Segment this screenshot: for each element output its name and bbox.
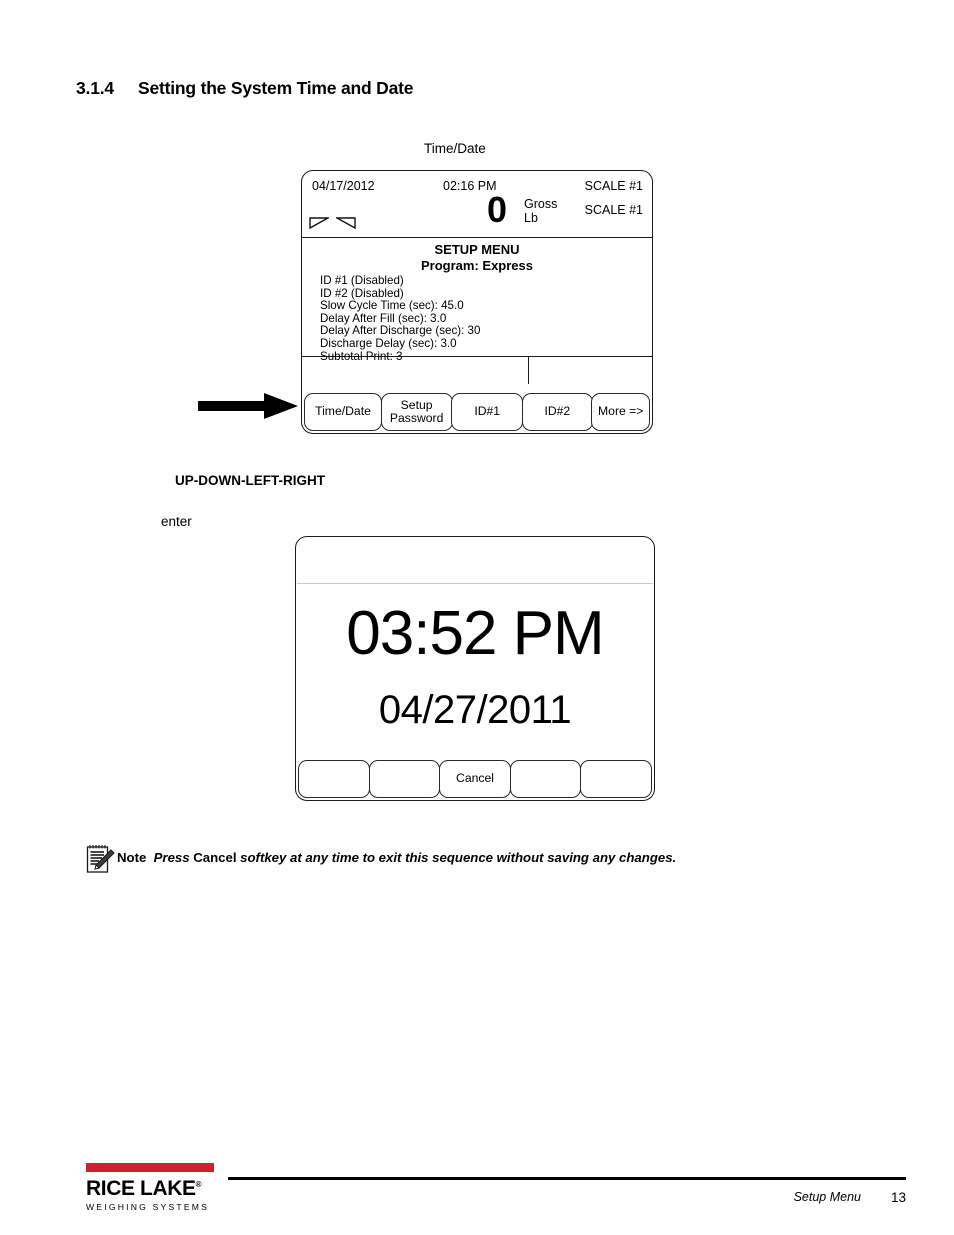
softkey-setup-password-line1: Setup: [400, 397, 433, 412]
time-display-large: 03:52 PM: [346, 599, 604, 668]
logo-word-rice: RICE: [86, 1177, 135, 1200]
note-part-cancel: Cancel: [193, 850, 237, 865]
logo-word-lake: LAKE: [140, 1177, 196, 1200]
setup-menu-subtitle: Program: Express: [421, 258, 533, 273]
section-number: 3.1.4: [76, 78, 114, 98]
weight-value: 0: [487, 189, 508, 230]
date-display-large: 04/27/2011: [378, 688, 572, 732]
weight-units: Gross Lb: [524, 197, 557, 225]
note-label: Note: [117, 850, 147, 865]
softkey-row-setup-menu: Time/Date Setup Password ID#1 ID#2 More …: [304, 393, 650, 431]
softkey-time-date[interactable]: Time/Date: [304, 393, 382, 431]
spacer-vertical-divider: [528, 357, 530, 384]
annunciator-group: [309, 217, 356, 229]
display-date: 04/17/2012: [312, 179, 375, 193]
section-title: Setting the System Time and Date: [138, 78, 414, 98]
note-part-rest: softkey at any time to exit this sequenc…: [240, 850, 677, 865]
setup-menu-body: SETUP MENU Program: Express ID #1 (Disab…: [302, 238, 652, 362]
softkey-more[interactable]: More =>: [591, 393, 650, 431]
softkey-id1[interactable]: ID#1: [451, 393, 524, 431]
indicator-display-setup-menu: 04/17/2012 02:16 PM SCALE #1 SCALE #1 0 …: [301, 170, 653, 434]
softkey-setup-password-line2: Password: [389, 411, 444, 425]
weight-mode: Gross: [524, 197, 558, 211]
setup-menu-list: ID #1 (Disabled) ID #2 (Disabled) Slow C…: [320, 274, 652, 363]
list-item: Slow Cycle Time (sec): 45.0: [320, 299, 464, 313]
softkey-row-time-date: Cancel: [298, 760, 652, 798]
softkey-blank-5[interactable]: [580, 760, 652, 798]
logo-registered-mark: ®: [195, 1180, 202, 1189]
indicator-display-time-date: 03:52 PM 04/27/2011 Cancel: [295, 536, 655, 801]
scale-label-primary: SCALE #1: [584, 179, 643, 193]
softkey-blank-2[interactable]: [368, 760, 441, 798]
callout-up-down-left-right: UP-DOWN-LEFT-RIGHT: [175, 473, 325, 488]
weight-unit: Lb: [524, 211, 538, 225]
note-text: Note Press Cancel softkey at any time to…: [117, 843, 676, 867]
softkey-id2[interactable]: ID#2: [521, 393, 593, 431]
softkey-setup-password[interactable]: Setup Password: [380, 393, 453, 431]
note-callout: Note Press Cancel softkey at any time to…: [85, 843, 676, 874]
weight-header: 04/17/2012 02:16 PM SCALE #1 SCALE #1 0 …: [302, 171, 652, 238]
footer-section-name: Setup Menu: [793, 1190, 861, 1204]
footer-page-number: 13: [890, 1190, 906, 1205]
caption-time-date: Time/Date: [424, 141, 486, 156]
list-item: ID #1 (Disabled): [320, 274, 404, 287]
scale-label-secondary: SCALE #1: [584, 203, 643, 217]
setup-menu-spacer-row: [302, 357, 652, 384]
callout-enter: enter: [161, 514, 192, 529]
footer-divider: [228, 1177, 906, 1180]
softkey-blank-1[interactable]: [298, 760, 370, 798]
center-of-zero-triangle-icon: [309, 217, 329, 229]
logo-red-bar: [86, 1163, 214, 1172]
notepad-pencil-icon: [86, 845, 115, 873]
note-part-press: Press: [153, 850, 190, 865]
page-title: 3.1.4 Setting the System Time and Date: [76, 78, 413, 99]
panel-top-divider: [297, 583, 653, 584]
logo-tagline: WEIGHING SYSTEMS: [86, 1202, 210, 1212]
logo-wordmark: RICE LAKE®: [86, 1174, 201, 1199]
standstill-triangle-icon: [336, 217, 356, 229]
softkey-blank-4[interactable]: [509, 760, 582, 798]
rice-lake-logo: RICE LAKE® WEIGHING SYSTEMS: [86, 1163, 222, 1212]
setup-menu-title: SETUP MENU: [434, 242, 520, 257]
list-item: Discharge Delay (sec): 3.0: [320, 336, 457, 350]
softkey-cancel[interactable]: Cancel: [439, 760, 511, 798]
pointer-arrow-icon: [198, 390, 298, 427]
